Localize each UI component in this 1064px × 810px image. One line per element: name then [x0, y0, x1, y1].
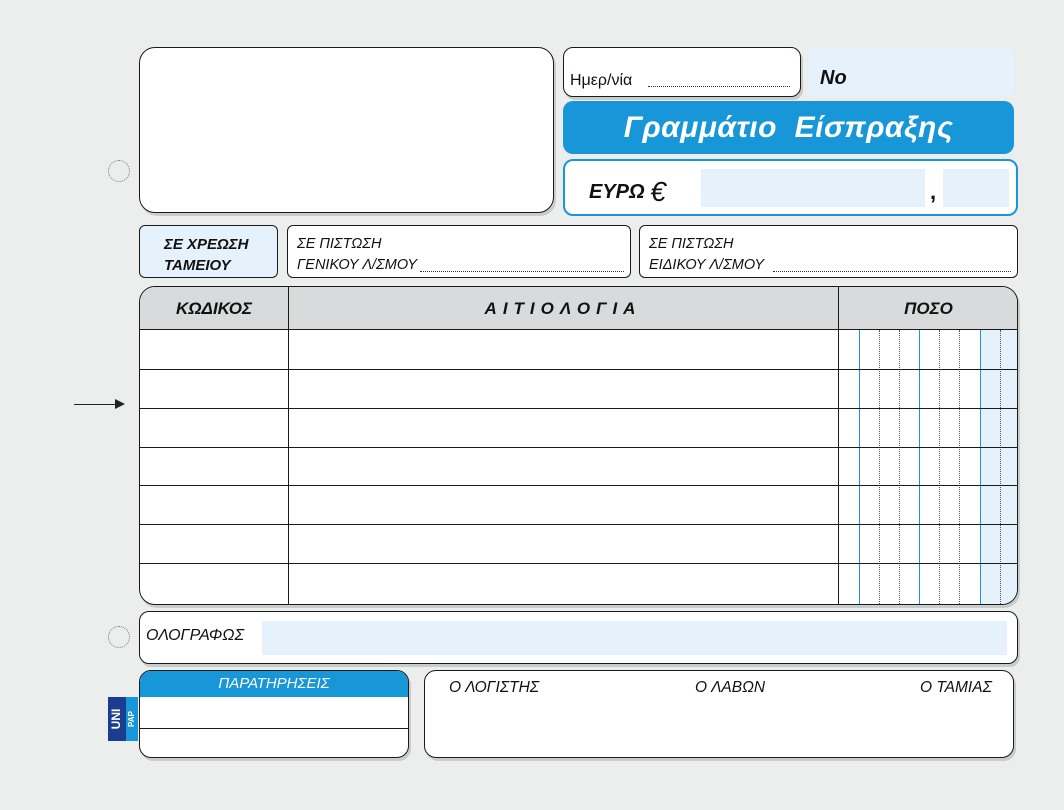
issuer-stamp-area[interactable] [139, 47, 554, 213]
table-row[interactable] [140, 485, 1017, 486]
debit-cash-box: ΣΕ ΧΡΕΩΣΗ ΤΑΜΕΙΟΥ [139, 225, 278, 278]
date-dotted-line [648, 86, 790, 87]
number-field[interactable]: Νο [808, 47, 1014, 97]
credit-general-ledger-field[interactable]: ΣΕ ΠΙΣΤΩΣΗ ΓΕΝΙΚΟΥ Λ/ΣΜΟΥ [287, 225, 631, 278]
table-header: ΚΩΔΙΚΟΣ ΑΙΤΙΟΛΟΓΙΑ ΠΟΣΟ [140, 287, 1017, 330]
punch-hole-bottom [108, 626, 130, 648]
number-label: Νο [820, 67, 847, 89]
form-title: Γραμμάτιο Είσπραξης [563, 101, 1014, 154]
arrow-right-icon [115, 399, 125, 409]
signature-accountant[interactable]: Ο ΛΟΓΙΣΤΗΣ [449, 679, 539, 697]
signature-receiver[interactable]: Ο ΛΑΒΩΝ [695, 679, 765, 697]
insert-arrow-line [74, 404, 118, 405]
column-header-amount: ΠΟΣΟ [904, 299, 953, 318]
amount-in-words-field: ΟΛΟΓΡΑΦΩΣ [139, 611, 1018, 664]
logo-text-uni: UNI [109, 709, 123, 730]
notes-line [140, 728, 408, 729]
currency-label: ΕΥΡΩ € [589, 176, 666, 207]
table-row[interactable] [140, 369, 1017, 370]
euro-integer-input[interactable] [701, 169, 925, 207]
items-table: ΚΩΔΙΚΟΣ ΑΙΤΙΟΛΟΓΙΑ ΠΟΣΟ [139, 286, 1018, 605]
credit-special-ledger-field[interactable]: ΣΕ ΠΙΣΤΩΣΗ ΕΙΔΙΚΟΥ Λ/ΣΜΟΥ [639, 225, 1018, 278]
table-row[interactable] [140, 524, 1017, 525]
column-divider [838, 287, 839, 604]
column-divider [288, 287, 289, 604]
credit-general-label: ΣΕ ΠΙΣΤΩΣΗ ΓΕΝΙΚΟΥ Λ/ΣΜΟΥ [297, 236, 417, 273]
credit-special-dotted-line [773, 271, 1011, 272]
euro-amount-field: ΕΥΡΩ € , [563, 159, 1018, 216]
credit-general-dotted-line [420, 271, 624, 272]
title-word-1: Γραμμάτιο [623, 111, 777, 144]
table-row[interactable] [140, 447, 1017, 448]
notes-box[interactable]: ΠΑΡΑΤΗΡΗΣΕΙΣ [139, 670, 409, 758]
amount-in-words-label: ΟΛΟΓΡΑΦΩΣ [146, 627, 245, 644]
euro-cents-input[interactable] [943, 169, 1009, 207]
notes-header: ΠΑΡΑΤΗΡΗΣΕΙΣ [140, 671, 408, 697]
date-label: Ημερ/νία [570, 72, 633, 89]
amount-in-words-input[interactable] [262, 621, 1007, 655]
date-field[interactable]: Ημερ/νία [563, 47, 801, 97]
logo-text-pap: PAP [127, 710, 136, 727]
punch-hole-top [108, 160, 130, 182]
table-row[interactable] [140, 563, 1017, 564]
signature-cashier[interactable]: Ο ΤΑΜΙΑΣ [920, 679, 992, 697]
title-word-2: Είσπραξης [794, 111, 954, 144]
debit-label: ΣΕ ΧΡΕΩΣΗ ΤΑΜΕΙΟΥ [164, 236, 249, 274]
unipap-logo: UNI PAP [108, 697, 138, 741]
column-header-description: ΑΙΤΙΟΛΟΓΙΑ [484, 299, 642, 318]
credit-special-label: ΣΕ ΠΙΣΤΩΣΗ ΕΙΔΙΚΟΥ Λ/ΣΜΟΥ [649, 236, 765, 273]
table-row[interactable] [140, 408, 1017, 409]
euro-icon: € [650, 176, 666, 207]
signatures-box: Ο ΛΟΓΙΣΤΗΣ Ο ΛΑΒΩΝ Ο ΤΑΜΙΑΣ [424, 670, 1014, 758]
column-header-code: ΚΩΔΙΚΟΣ [175, 299, 252, 318]
decimal-separator: , [930, 179, 937, 204]
